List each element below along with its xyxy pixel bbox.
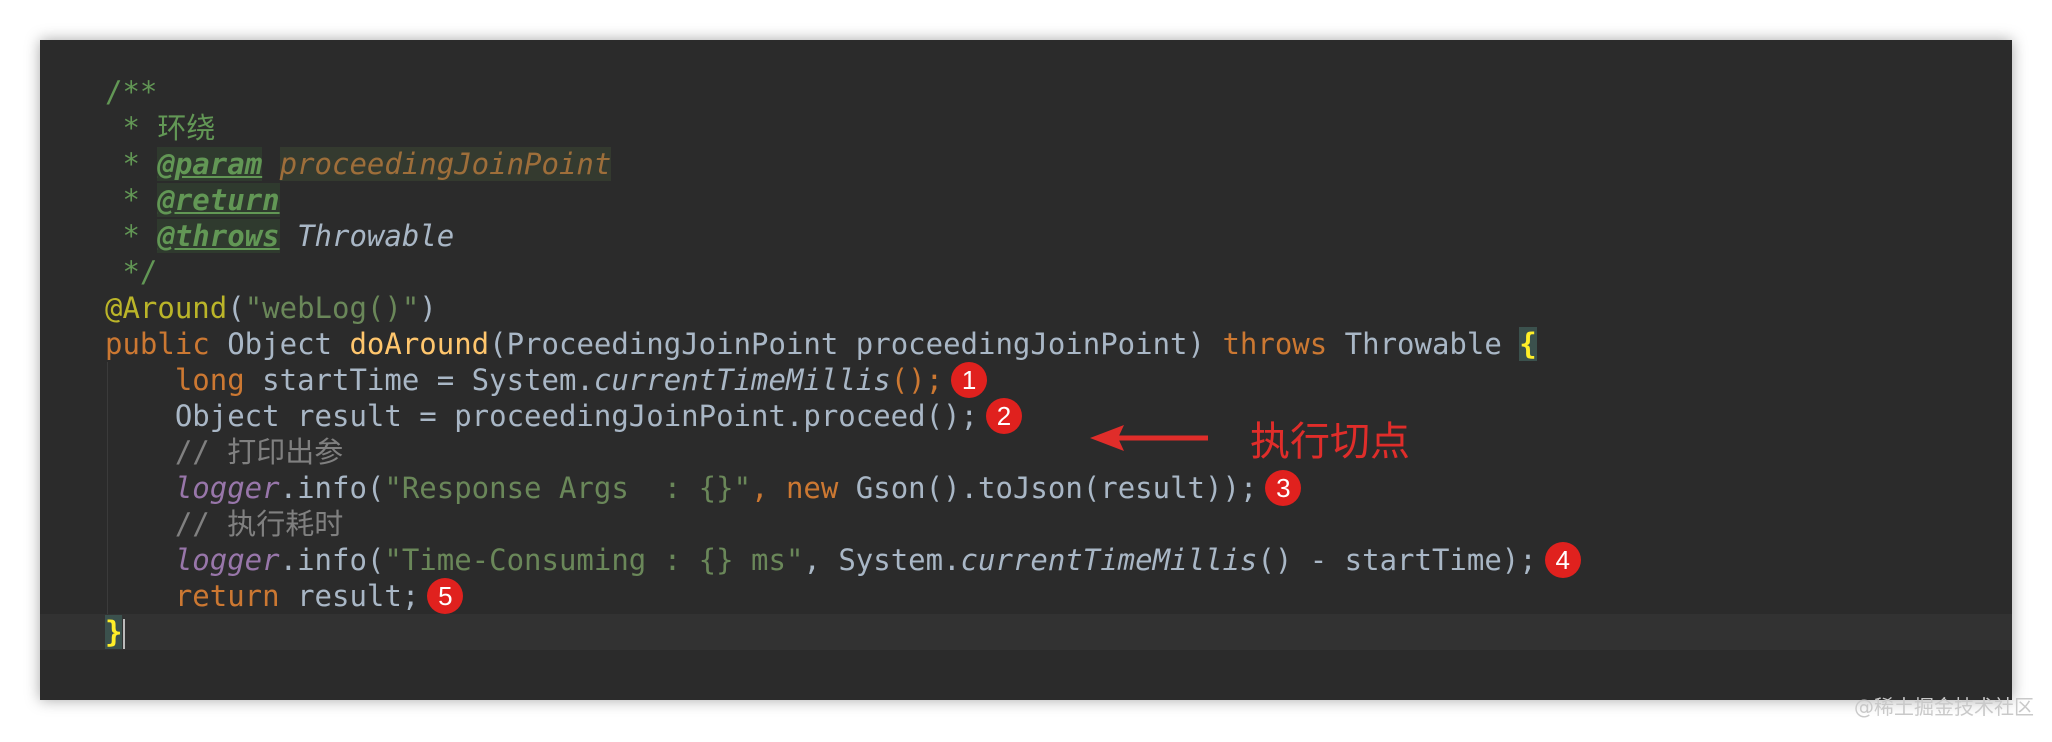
code-area[interactable]: /** * 环绕 * @param proceedingJoinPoint * … bbox=[40, 74, 2012, 650]
code-line-doc-throws: * @throws Throwable bbox=[40, 218, 2012, 254]
code-line-doc-open: /** bbox=[40, 74, 2012, 110]
code-line-annotation: @Around("webLog()") bbox=[105, 291, 437, 325]
logger-call: .info( bbox=[279, 543, 385, 577]
code-line-starttime: long startTime = System.currentTimeMilli… bbox=[40, 362, 2012, 398]
return-value: result; bbox=[279, 579, 420, 613]
code-line-doc-desc: * 环绕 bbox=[40, 110, 2012, 146]
close-brace-highlight: } bbox=[105, 615, 123, 649]
string-response-args: "Response Args : {}" bbox=[384, 471, 752, 505]
watermark: @稀土掘金技术社区 bbox=[1854, 695, 2034, 719]
annotation-argument: "webLog()" bbox=[244, 291, 420, 325]
doc-star: * bbox=[105, 183, 158, 217]
keyword-long: long bbox=[174, 363, 245, 397]
keyword-public: public bbox=[105, 327, 210, 361]
step-marker-1: 1 bbox=[951, 362, 988, 398]
elapsed-expression: () - startTime); bbox=[1257, 543, 1537, 577]
exception-type: Throwable bbox=[1327, 327, 1520, 361]
system-ref: , System. bbox=[803, 543, 961, 577]
doc-tag-return: @return bbox=[157, 183, 280, 217]
keyword-new: new bbox=[785, 471, 839, 505]
code-line-return: return result; 5 bbox=[40, 578, 2012, 614]
text-caret bbox=[123, 619, 126, 649]
proceed-callout: 执行切点 bbox=[1090, 409, 1410, 467]
string-time-consuming: "Time-Consuming : {} ms" bbox=[384, 543, 804, 577]
code-line-comment-2: // 执行耗时 bbox=[40, 506, 2012, 542]
gson-call: Gson().toJson(result)); bbox=[838, 471, 1258, 505]
doc-tag-param: @param bbox=[157, 147, 263, 181]
callout-label: 执行切点 bbox=[1250, 419, 1410, 465]
step-marker-3: 3 bbox=[1265, 470, 1302, 506]
code-line-doc-close: */ bbox=[40, 254, 2012, 290]
step-marker-2: 2 bbox=[985, 398, 1022, 434]
open-brace-highlight: { bbox=[1519, 327, 1537, 361]
starttime-assign: startTime = System. bbox=[244, 363, 594, 397]
code-line-logger-time: logger.info("Time-Consuming : {} ms", Sy… bbox=[40, 542, 2012, 578]
doc-star: * bbox=[105, 147, 158, 181]
keyword-return: return bbox=[174, 579, 280, 613]
doc-throws-type: Throwable bbox=[297, 219, 455, 253]
annotation-around: @Around bbox=[105, 291, 228, 325]
doc-param-name: proceedingJoinPoint bbox=[279, 147, 612, 181]
line-comment-print-output: // 打印出参 bbox=[174, 435, 344, 469]
arg-separator: , bbox=[751, 471, 786, 505]
statement-end: (); bbox=[890, 363, 944, 397]
logger-field: logger bbox=[174, 543, 280, 577]
step-marker-5: 5 bbox=[427, 578, 464, 614]
method-params: (ProceedingJoinPoint proceedingJoinPoint… bbox=[489, 327, 1223, 361]
doc-star: * bbox=[105, 219, 158, 253]
code-line-close[interactable]: } bbox=[40, 614, 2012, 650]
code-line-logger-response: logger.info("Response Args : {}", new Gs… bbox=[40, 470, 2012, 506]
code-editor[interactable]: /** * 环绕 * @param proceedingJoinPoint * … bbox=[40, 40, 2012, 700]
doc-tag-throws: @throws bbox=[157, 219, 280, 253]
left-arrow-icon bbox=[1090, 425, 1208, 451]
doc-comment-open: /** bbox=[105, 75, 158, 109]
code-line-doc-return: * @return bbox=[40, 182, 2012, 218]
code-line-proceed: Object result = proceedingJoinPoint.proc… bbox=[40, 398, 2012, 434]
line-comment-elapsed: // 执行耗时 bbox=[174, 507, 344, 541]
keyword-throws: throws bbox=[1222, 327, 1328, 361]
static-method-current-time: currentTimeMillis bbox=[960, 543, 1258, 577]
doc-comment-description: * 环绕 bbox=[105, 111, 216, 145]
code-line-doc-param: * @param proceedingJoinPoint bbox=[40, 146, 2012, 182]
proceed-statement: Object result = proceedingJoinPoint.proc… bbox=[174, 399, 978, 433]
doc-comment-close: */ bbox=[105, 255, 158, 289]
code-line-comment-1: // 打印出参 bbox=[40, 434, 2012, 470]
logger-field: logger bbox=[174, 471, 280, 505]
static-method-current-time: currentTimeMillis bbox=[593, 363, 891, 397]
step-marker-4: 4 bbox=[1544, 542, 1581, 578]
return-type: Object bbox=[209, 327, 350, 361]
method-name: doAround bbox=[349, 327, 490, 361]
code-line-signature: public Object doAround(ProceedingJoinPoi… bbox=[40, 326, 2012, 362]
logger-call: .info( bbox=[279, 471, 385, 505]
